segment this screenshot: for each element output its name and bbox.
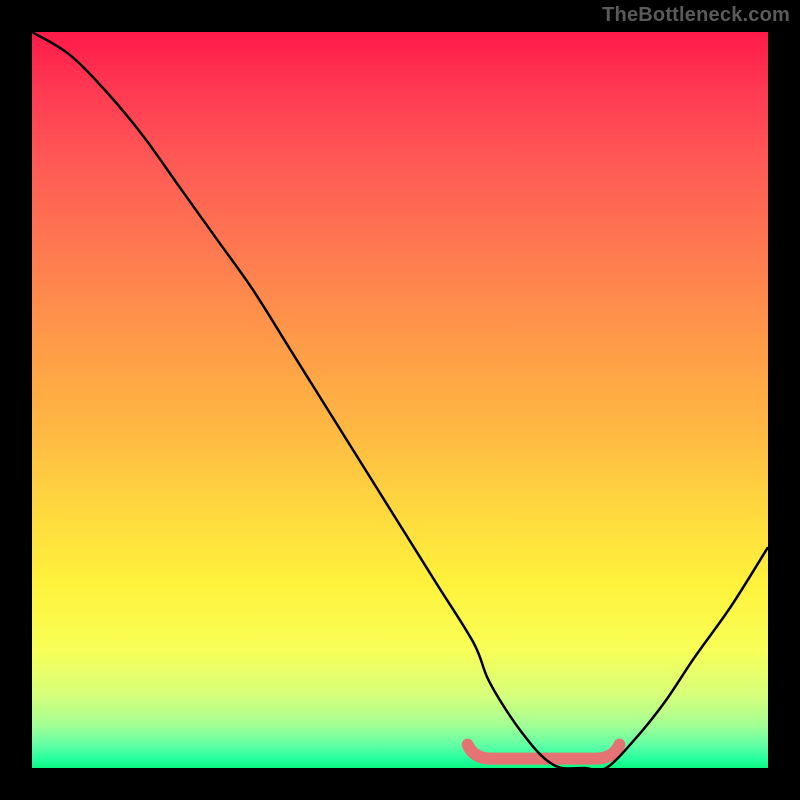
chart-svg — [32, 32, 768, 768]
watermark-text: TheBottleneck.com — [602, 4, 790, 27]
plot-area — [32, 32, 768, 768]
chart-container: TheBottleneck.com — [0, 0, 800, 800]
bottleneck-curve-line — [32, 32, 768, 768]
